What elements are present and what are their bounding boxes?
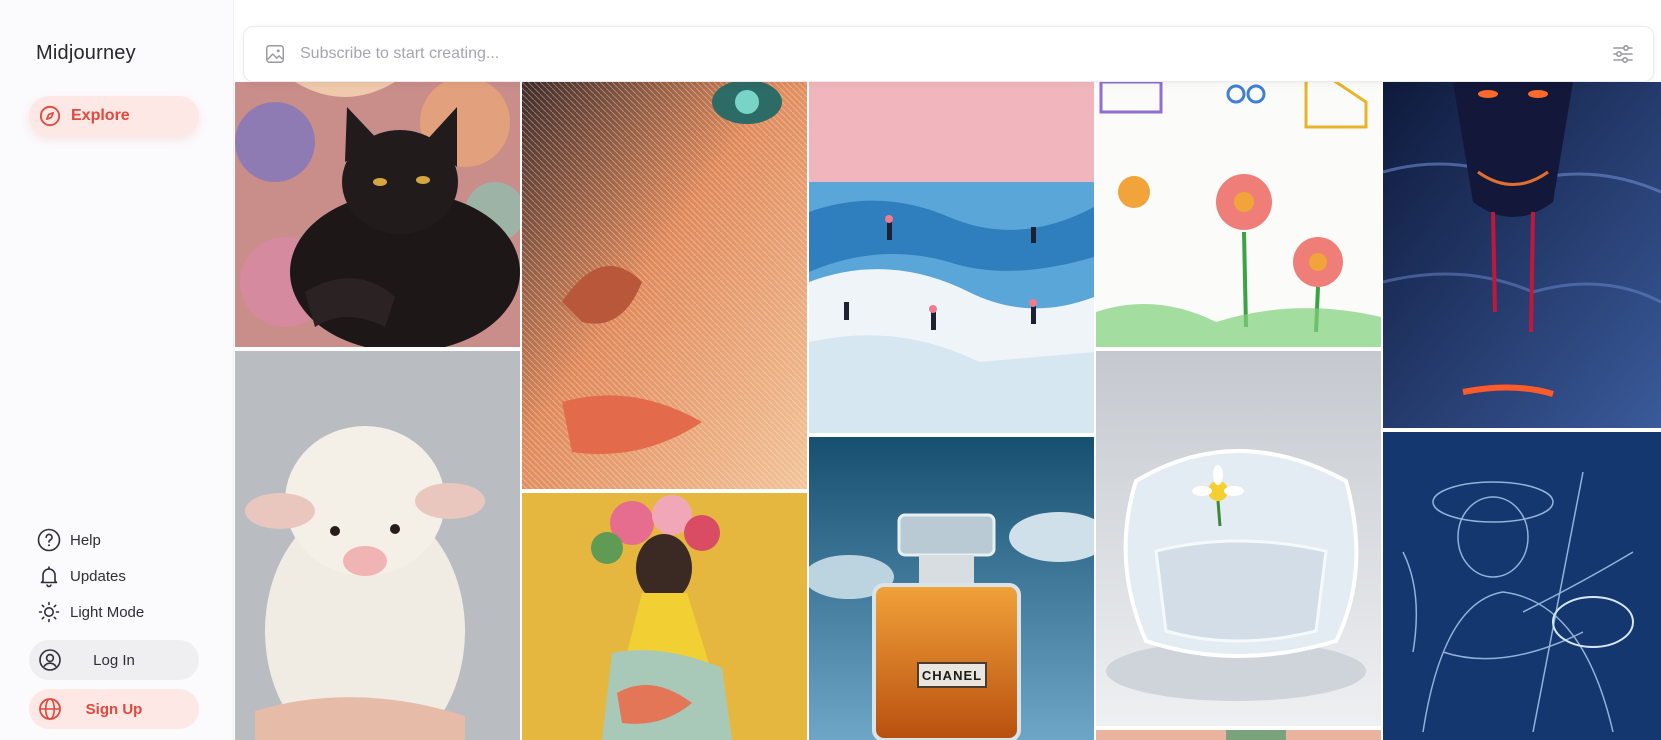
gallery-image-perfume[interactable] bbox=[809, 437, 1094, 740]
explore-label: Explore bbox=[71, 107, 130, 124]
sidebar: Midjourney Explore Help Updates Light Mo… bbox=[0, 0, 234, 740]
globe-icon bbox=[37, 696, 63, 722]
gallery-image-cat-pattern[interactable] bbox=[235, 82, 520, 347]
brand-logo[interactable]: Midjourney bbox=[36, 42, 136, 65]
light-mode-label: Light Mode bbox=[70, 603, 145, 621]
help-label: Help bbox=[70, 531, 101, 549]
gallery-image-violinist[interactable] bbox=[1383, 432, 1661, 740]
gallery-image-dark-creature[interactable] bbox=[1383, 82, 1661, 428]
prompt-placeholder: Subscribe to start creating... bbox=[300, 45, 500, 62]
sliders-icon[interactable] bbox=[1611, 42, 1635, 66]
signup-label: Sign Up bbox=[85, 700, 143, 718]
compass-icon bbox=[39, 105, 61, 127]
help-link[interactable]: Help bbox=[36, 527, 101, 553]
gallery-image-glass-chair[interactable] bbox=[1096, 351, 1381, 726]
prompt-bar[interactable]: Subscribe to start creating... bbox=[243, 26, 1654, 82]
question-circle-icon bbox=[36, 527, 62, 553]
updates-link[interactable]: Updates bbox=[36, 563, 126, 589]
gallery-image-lamb[interactable] bbox=[235, 351, 520, 740]
login-button[interactable]: Log In bbox=[29, 640, 199, 680]
explore-button[interactable]: Explore bbox=[29, 96, 199, 136]
login-label: Log In bbox=[93, 651, 135, 669]
bell-icon bbox=[36, 563, 62, 589]
gallery-image-surfers[interactable] bbox=[809, 82, 1094, 433]
perfume-label: CHANEL bbox=[917, 662, 987, 688]
signup-button[interactable]: Sign Up bbox=[29, 689, 199, 729]
light-mode-toggle[interactable]: Light Mode bbox=[36, 599, 144, 625]
gallery-image-flower-headdress[interactable] bbox=[522, 493, 807, 740]
user-circle-icon bbox=[37, 647, 63, 673]
sun-icon bbox=[36, 599, 62, 625]
gallery-image-face-closeup[interactable] bbox=[522, 82, 807, 489]
updates-label: Updates bbox=[70, 567, 126, 585]
gallery-image-crayon-flowers[interactable] bbox=[1096, 82, 1381, 347]
image-icon bbox=[266, 45, 284, 63]
gallery-image-partial[interactable] bbox=[1096, 730, 1381, 740]
